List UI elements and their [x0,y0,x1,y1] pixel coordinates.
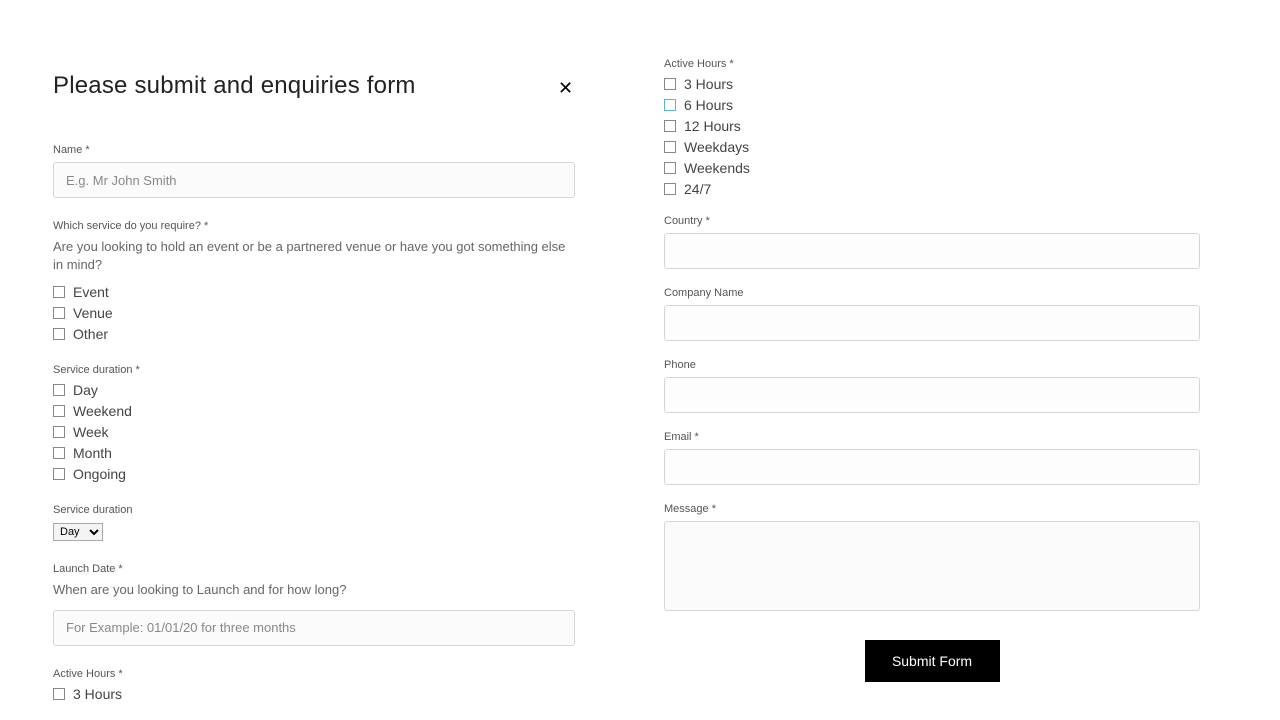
submit-button[interactable]: Submit Form [865,640,1000,682]
service-label: Which service do you require? * [53,220,575,232]
duration-option-weekend[interactable]: Weekend [53,403,575,419]
checkbox-icon [53,328,65,340]
message-field-group: Message * [664,503,1200,616]
checkbox-label: Month [73,445,112,461]
launch-input[interactable] [53,610,575,646]
checkbox-icon [53,286,65,298]
email-label: Email * [664,431,1200,443]
active-hours-weekends[interactable]: Weekends [664,160,1200,176]
checkbox-icon [664,162,676,174]
launch-description: When are you looking to Launch and for h… [53,581,575,599]
checkbox-icon [664,78,676,90]
service-field-group: Which service do you require? * Are you … [53,220,575,342]
checkbox-label: 12 Hours [684,118,741,134]
checkbox-label: Weekend [73,403,132,419]
active-hours-6h[interactable]: 6 Hours [664,97,1200,113]
checkbox-label: Week [73,424,109,440]
service-description: Are you looking to hold an event or be a… [53,238,575,274]
checkbox-label: Weekdays [684,139,749,155]
close-icon[interactable]: ✕ [558,78,573,99]
active-hours-weekdays[interactable]: Weekdays [664,139,1200,155]
phone-field-group: Phone [664,359,1200,413]
service-option-other[interactable]: Other [53,326,575,342]
checkbox-label: Venue [73,305,113,321]
checkbox-icon [53,447,65,459]
checkbox-icon [53,688,65,700]
name-label: Name * [53,144,575,156]
checkbox-label: 24/7 [684,181,711,197]
active-hours-3h[interactable]: 3 Hours [664,76,1200,92]
active-hours-right-options: 3 Hours 6 Hours 12 Hours Weekdays Weeken… [664,76,1200,197]
checkbox-icon [53,384,65,396]
active-hours-247[interactable]: 24/7 [664,181,1200,197]
country-field-group: Country * [664,215,1200,269]
duration-option-week[interactable]: Week [53,424,575,440]
duration-select-group: Service duration Day [53,504,575,541]
active-hours-right-group: Active Hours * 3 Hours 6 Hours 12 Hours … [664,58,1200,197]
phone-input[interactable] [664,377,1200,413]
active-hours-right-label: Active Hours * [664,58,1200,70]
duration-option-day[interactable]: Day [53,382,575,398]
duration-checkbox-group: Service duration * Day Weekend Week Mont… [53,364,575,482]
service-options: Event Venue Other [53,284,575,342]
checkbox-icon [53,426,65,438]
email-field-group: Email * [664,431,1200,485]
checkbox-icon [664,99,676,111]
country-label: Country * [664,215,1200,227]
message-input[interactable] [664,521,1200,611]
checkbox-icon [53,468,65,480]
checkbox-icon [664,183,676,195]
service-option-event[interactable]: Event [53,284,575,300]
duration-cb-label: Service duration * [53,364,575,376]
country-input[interactable] [664,233,1200,269]
checkbox-label: Day [73,382,98,398]
checkbox-label: Other [73,326,108,342]
name-input[interactable] [53,162,575,198]
phone-label: Phone [664,359,1200,371]
active-hours-left-group: Active Hours * 3 Hours [53,668,575,702]
message-label: Message * [664,503,1200,515]
name-field-group: Name * [53,144,575,198]
duration-options: Day Weekend Week Month Ongoing [53,382,575,482]
checkbox-label: Event [73,284,109,300]
form-title: Please submit and enquiries form [53,72,575,100]
checkbox-icon [664,141,676,153]
service-option-venue[interactable]: Venue [53,305,575,321]
duration-select[interactable]: Day [53,523,103,541]
checkbox-label: Ongoing [73,466,126,482]
launch-label: Launch Date * [53,563,575,575]
checkbox-label: 3 Hours [73,686,122,702]
active-hours-12h[interactable]: 12 Hours [664,118,1200,134]
active-hours-left-label: Active Hours * [53,668,575,680]
checkbox-label: Weekends [684,160,750,176]
checkbox-icon [53,307,65,319]
launch-field-group: Launch Date * When are you looking to La… [53,563,575,645]
company-label: Company Name [664,287,1200,299]
company-input[interactable] [664,305,1200,341]
duration-option-ongoing[interactable]: Ongoing [53,466,575,482]
email-input[interactable] [664,449,1200,485]
checkbox-icon [664,120,676,132]
duration-option-month[interactable]: Month [53,445,575,461]
duration-select-label: Service duration [53,504,575,516]
company-field-group: Company Name [664,287,1200,341]
checkbox-icon [53,405,65,417]
checkbox-label: 6 Hours [684,97,733,113]
active-hours-left-3h[interactable]: 3 Hours [53,686,575,702]
checkbox-label: 3 Hours [684,76,733,92]
active-hours-left-options: 3 Hours [53,686,575,702]
